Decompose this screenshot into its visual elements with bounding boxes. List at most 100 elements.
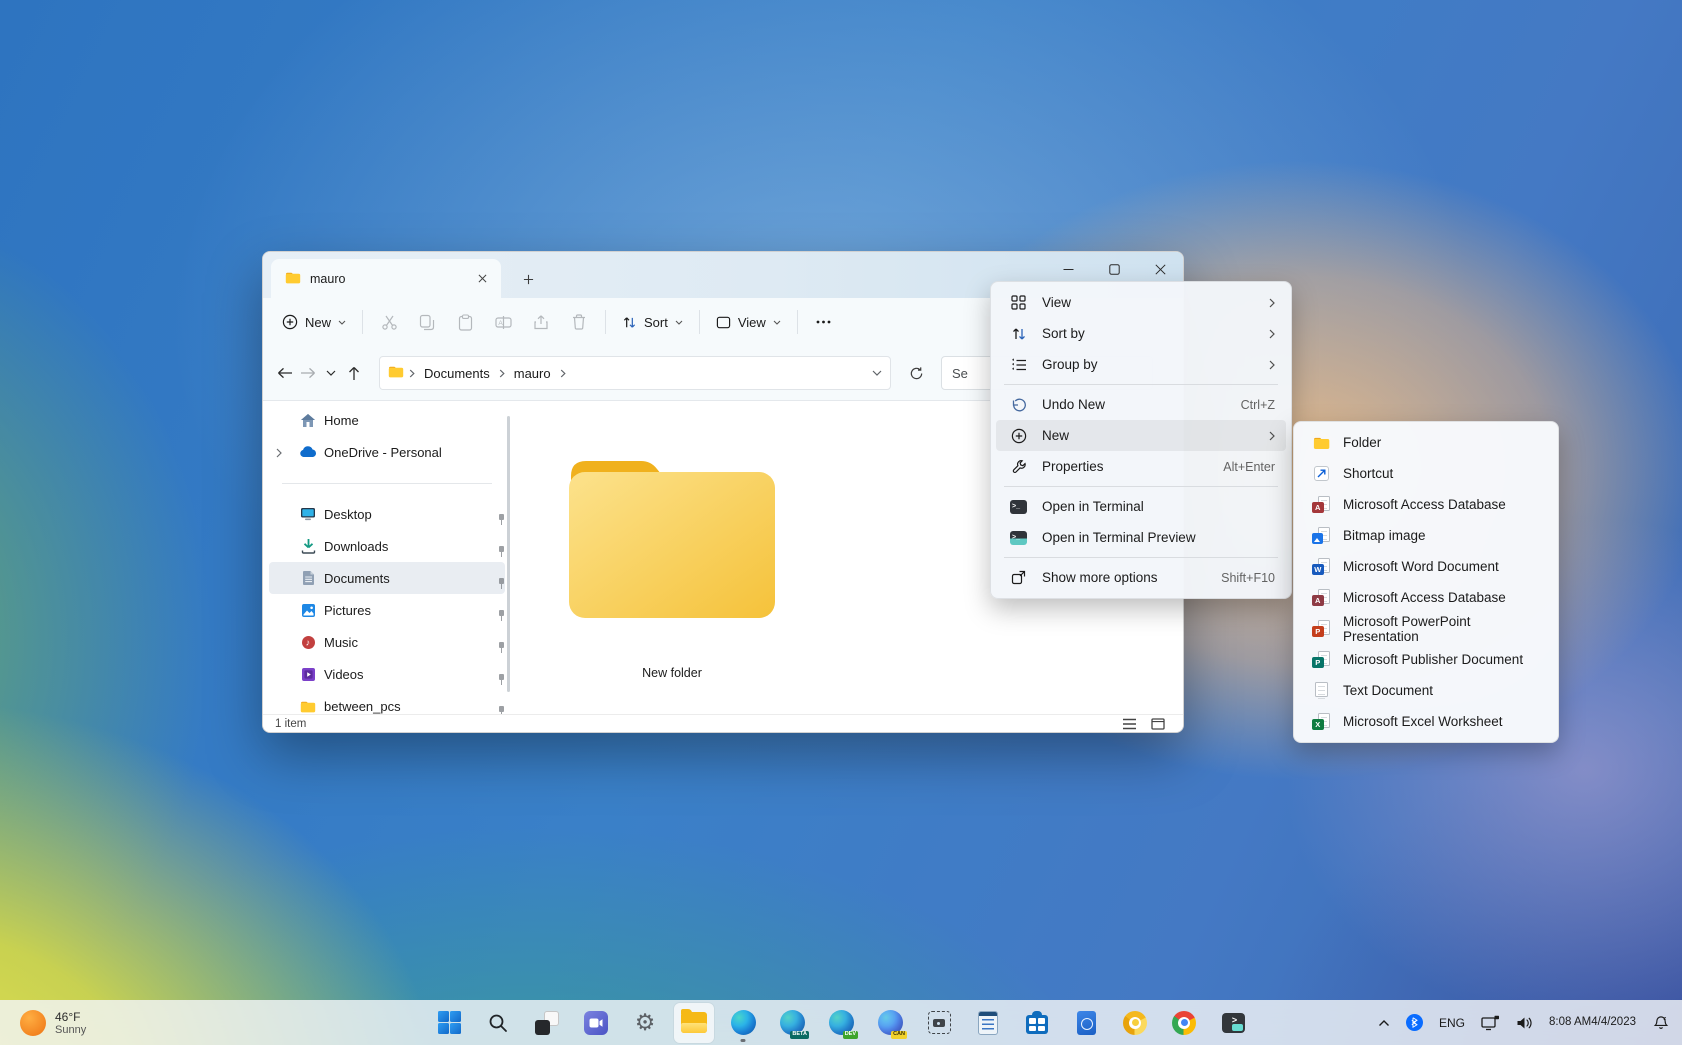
sidebar-scrollbar[interactable] xyxy=(507,416,510,692)
documents-icon xyxy=(299,570,317,586)
submenu-item-bitmap-image[interactable]: Bitmap image xyxy=(1299,520,1553,551)
svg-text:A: A xyxy=(498,320,503,327)
details-view-icon[interactable] xyxy=(1122,718,1137,730)
sort-button[interactable]: Sort xyxy=(613,305,692,339)
more-options-button[interactable] xyxy=(807,305,841,339)
bluetooth-button[interactable] xyxy=(1402,1006,1427,1040)
chrome-button[interactable] xyxy=(1164,1003,1204,1043)
new-tab-button[interactable] xyxy=(515,266,541,292)
sidebar-item-downloads[interactable]: Downloads xyxy=(269,530,505,562)
excel-file-icon: X xyxy=(1310,713,1332,730)
menu-item-sort-by[interactable]: Sort by xyxy=(996,318,1286,349)
snipping-tool-button[interactable] xyxy=(919,1003,959,1043)
chevron-down-icon xyxy=(338,320,346,325)
forward-button[interactable] xyxy=(296,358,319,388)
start-button[interactable] xyxy=(429,1003,469,1043)
sidebar-item-videos[interactable]: Videos xyxy=(269,658,505,690)
sidebar-item-onedrive[interactable]: OneDrive - Personal xyxy=(269,436,505,468)
sidebar-item-desktop[interactable]: Desktop xyxy=(269,498,505,530)
sidebar-item-home[interactable]: Home xyxy=(269,404,505,436)
menu-separator xyxy=(1004,557,1278,558)
search-partial-text: Se xyxy=(952,366,968,381)
edge-canary-button[interactable]: CAN xyxy=(870,1003,910,1043)
submenu-item-excel-worksheet[interactable]: X Microsoft Excel Worksheet xyxy=(1299,706,1553,737)
expand-chevron-icon[interactable] xyxy=(276,446,282,461)
submenu-item-publisher-document[interactable]: P Microsoft Publisher Document xyxy=(1299,644,1553,675)
copy-button[interactable] xyxy=(410,305,444,339)
sidebar-item-music[interactable]: ♪ Music xyxy=(269,626,505,658)
submenu-item-shortcut[interactable]: Shortcut xyxy=(1299,458,1553,489)
recent-locations-button[interactable] xyxy=(319,358,342,388)
rename-button[interactable]: A xyxy=(486,305,520,339)
file-explorer-button[interactable] xyxy=(674,1003,714,1043)
menu-item-undo-new[interactable]: Undo New Ctrl+Z xyxy=(996,389,1286,420)
terminal-button[interactable] xyxy=(1213,1003,1253,1043)
task-view-button[interactable] xyxy=(527,1003,567,1043)
clock[interactable]: 8:08 AM 4/4/2023 xyxy=(1545,1006,1640,1040)
delete-button[interactable] xyxy=(562,305,596,339)
breadcrumb[interactable]: Documents mauro xyxy=(379,356,891,390)
svg-text:z: z xyxy=(1663,1015,1666,1021)
new-plus-icon xyxy=(1008,428,1029,444)
microsoft-store-button[interactable] xyxy=(1017,1003,1057,1043)
settings-button[interactable]: ⚙ xyxy=(625,1003,665,1043)
submenu-item-access-database-2[interactable]: A Microsoft Access Database xyxy=(1299,582,1553,613)
view-grid-icon xyxy=(1008,295,1029,310)
weather-widget-button[interactable]: 46°F Sunny xyxy=(12,1000,94,1045)
menu-item-properties[interactable]: Properties Alt+Enter xyxy=(996,451,1286,482)
menu-item-group-by[interactable]: Group by xyxy=(996,349,1286,380)
new-button[interactable]: New xyxy=(273,305,355,339)
share-button[interactable] xyxy=(524,305,558,339)
access-file-icon: A xyxy=(1310,589,1332,606)
taskbar-search-button[interactable] xyxy=(478,1003,518,1043)
view-button[interactable]: View xyxy=(707,305,790,339)
notifications-button[interactable]: z xyxy=(1648,1006,1674,1040)
sidebar-item-documents[interactable]: Documents xyxy=(269,562,505,594)
refresh-button[interactable] xyxy=(901,358,931,388)
edge-button[interactable] xyxy=(723,1003,763,1043)
language-indicator[interactable]: ENG xyxy=(1435,1006,1469,1040)
sidebar-separator xyxy=(263,468,511,498)
submenu-item-folder[interactable]: Folder xyxy=(1299,427,1553,458)
cut-button[interactable] xyxy=(372,305,406,339)
paste-button[interactable] xyxy=(448,305,482,339)
back-button[interactable] xyxy=(273,358,296,388)
breadcrumb-item-mauro[interactable]: mauro xyxy=(510,366,555,381)
up-button[interactable] xyxy=(342,358,365,388)
tab-close-icon[interactable] xyxy=(471,268,493,290)
chrome-canary-button[interactable] xyxy=(1115,1003,1155,1043)
menu-item-open-in-terminal-preview[interactable]: Open in Terminal Preview xyxy=(996,522,1286,553)
pictures-icon xyxy=(299,603,317,618)
chevron-right-icon xyxy=(499,369,505,378)
explorer-tab[interactable]: mauro xyxy=(271,259,501,298)
sidebar-item-between-pcs[interactable]: between_pcs xyxy=(269,690,505,714)
submenu-item-text-document[interactable]: Text Document xyxy=(1299,675,1553,706)
menu-item-new[interactable]: New xyxy=(996,420,1286,451)
edge-dev-button[interactable]: DEV xyxy=(821,1003,861,1043)
submenu-item-powerpoint-presentation[interactable]: P Microsoft PowerPoint Presentation xyxy=(1299,613,1553,644)
menu-item-open-in-terminal[interactable]: Open in Terminal xyxy=(996,491,1286,522)
sort-icon xyxy=(1008,326,1029,342)
submenu-item-word-document[interactable]: W Microsoft Word Document xyxy=(1299,551,1553,582)
shortcut-text: Alt+Enter xyxy=(1223,460,1275,474)
tab-title: mauro xyxy=(310,272,345,286)
file-new-folder[interactable]: New folder xyxy=(559,442,785,680)
downloads-icon xyxy=(299,538,317,554)
dev-home-button[interactable] xyxy=(1066,1003,1106,1043)
large-thumbnails-view-icon[interactable] xyxy=(1151,718,1165,730)
menu-item-show-more-options[interactable]: Show more options Shift+F10 xyxy=(996,562,1286,593)
folder-icon xyxy=(388,365,404,381)
sidebar-item-pictures[interactable]: Pictures xyxy=(269,594,505,626)
submenu-item-access-database[interactable]: A Microsoft Access Database xyxy=(1299,489,1553,520)
edge-beta-button[interactable]: BETA xyxy=(772,1003,812,1043)
address-dropdown-icon[interactable] xyxy=(872,370,882,376)
chat-button[interactable] xyxy=(576,1003,616,1043)
network-button[interactable] xyxy=(1477,1006,1504,1040)
menu-item-view[interactable]: View xyxy=(996,287,1286,318)
status-bar: 1 item xyxy=(263,714,1183,732)
tray-overflow-button[interactable] xyxy=(1374,1006,1394,1040)
volume-button[interactable] xyxy=(1512,1006,1537,1040)
breadcrumb-item-documents[interactable]: Documents xyxy=(420,366,494,381)
chevron-right-icon xyxy=(560,369,566,378)
notepad-button[interactable] xyxy=(968,1003,1008,1043)
